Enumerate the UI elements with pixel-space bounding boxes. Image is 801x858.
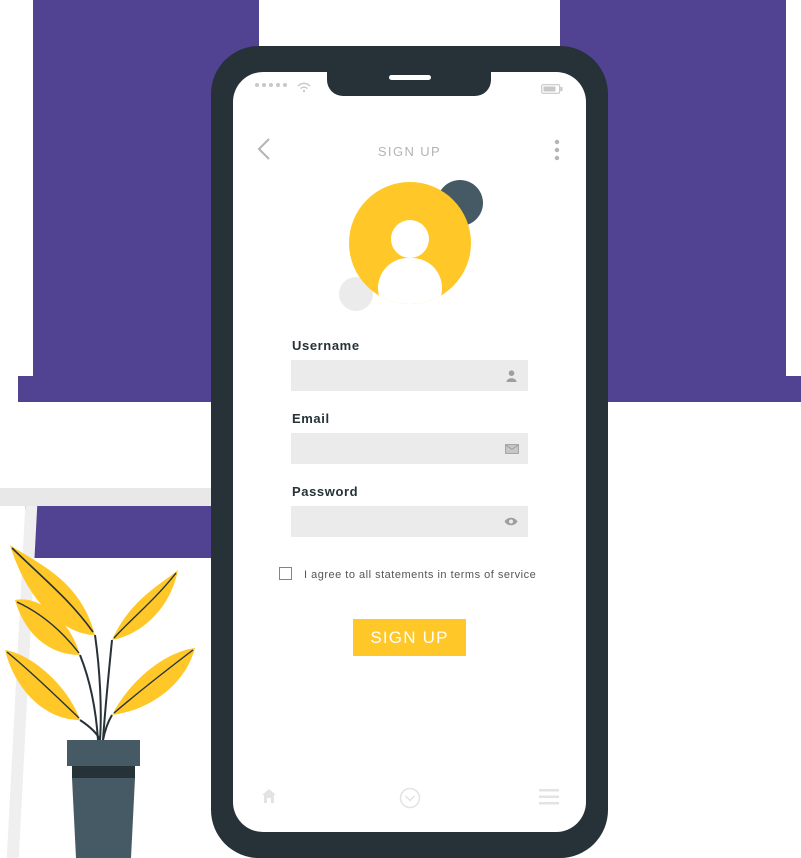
speaker-grille: [389, 75, 431, 80]
username-field-wrapper: [291, 360, 528, 391]
plant-leaves: [5, 545, 195, 741]
chevron-circle-down-icon[interactable]: [399, 787, 421, 809]
terms-label: I agree to all statements in terms of se…: [304, 569, 537, 581]
avatar: [339, 180, 483, 311]
password-label: Password: [292, 484, 359, 499]
user-icon: [506, 370, 517, 382]
phone-notch: [327, 68, 491, 96]
password-field-wrapper: [291, 506, 528, 537]
sign-up-button[interactable]: SIGN UP: [353, 619, 466, 656]
password-input[interactable]: [291, 506, 528, 537]
username-label: Username: [292, 338, 360, 353]
menu-icon[interactable]: [539, 788, 559, 805]
email-input[interactable]: [291, 433, 528, 464]
eye-icon[interactable]: [504, 517, 518, 526]
plant-illustration: [5, 545, 195, 858]
email-label: Email: [292, 411, 330, 426]
page-title: SIGN UP: [377, 144, 442, 159]
more-vertical-icon[interactable]: [552, 138, 562, 162]
battery-icon: [541, 84, 563, 94]
background-panel-left-base: [18, 376, 218, 402]
envelope-icon: [505, 444, 519, 454]
home-icon[interactable]: [261, 788, 277, 804]
signal-dots-icon: [255, 83, 287, 87]
wifi-icon: [297, 82, 311, 93]
background-panel-right-base: [600, 376, 801, 402]
terms-checkbox[interactable]: [279, 567, 292, 580]
shelf: [0, 488, 215, 506]
username-input[interactable]: [291, 360, 528, 391]
plant-pot: [67, 740, 140, 858]
email-field-wrapper: [291, 433, 528, 464]
